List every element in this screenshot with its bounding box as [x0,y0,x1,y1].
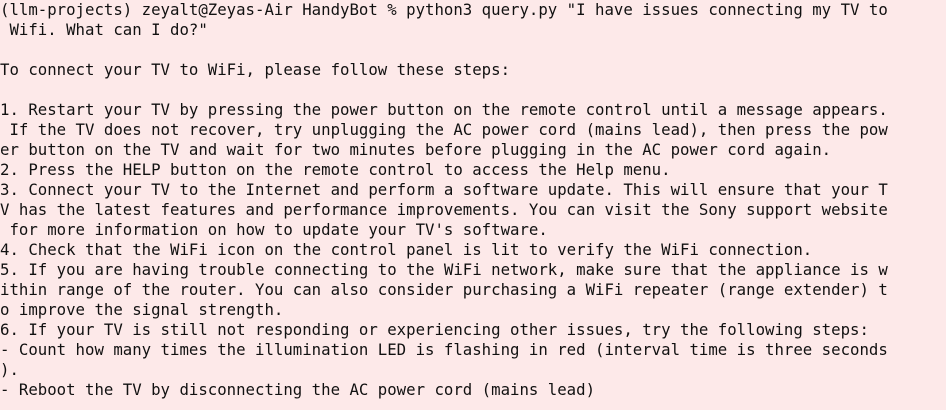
output-line: - Count how many times the illumination … [0,340,888,359]
output-line: If the TV does not recover, try unpluggi… [0,120,888,139]
output-line: - Reboot the TV by disconnecting the AC … [0,380,596,399]
output-line: er button on the TV and wait for two min… [0,140,832,159]
output-line: 3. Connect your TV to the Internet and p… [0,180,888,199]
output-line: 6. If your TV is still not responding or… [0,320,869,339]
output-line: o improve the signal strength. [0,300,284,319]
output-line: ithin range of the router. You can also … [0,280,888,299]
command-line-continuation: Wifi. What can I do?" [0,20,208,39]
terminal-window[interactable]: (llm-projects) zeyalt@Zeyas-Air HandyBot… [0,0,946,410]
output-line: V has the latest features and performanc… [0,200,888,219]
response-intro: To connect your TV to WiFi, please follo… [0,60,511,79]
output-line: 4. Check that the WiFi icon on the contr… [0,240,813,259]
output-line: for more information on how to update yo… [0,220,548,239]
output-line: 2. Press the HELP button on the remote c… [0,160,671,179]
command-line: (llm-projects) zeyalt@Zeyas-Air HandyBot… [0,0,888,19]
output-line: 5. If you are having trouble connecting … [0,260,888,279]
output-line: 1. Restart your TV by pressing the power… [0,100,888,119]
output-line: ). [0,360,19,379]
